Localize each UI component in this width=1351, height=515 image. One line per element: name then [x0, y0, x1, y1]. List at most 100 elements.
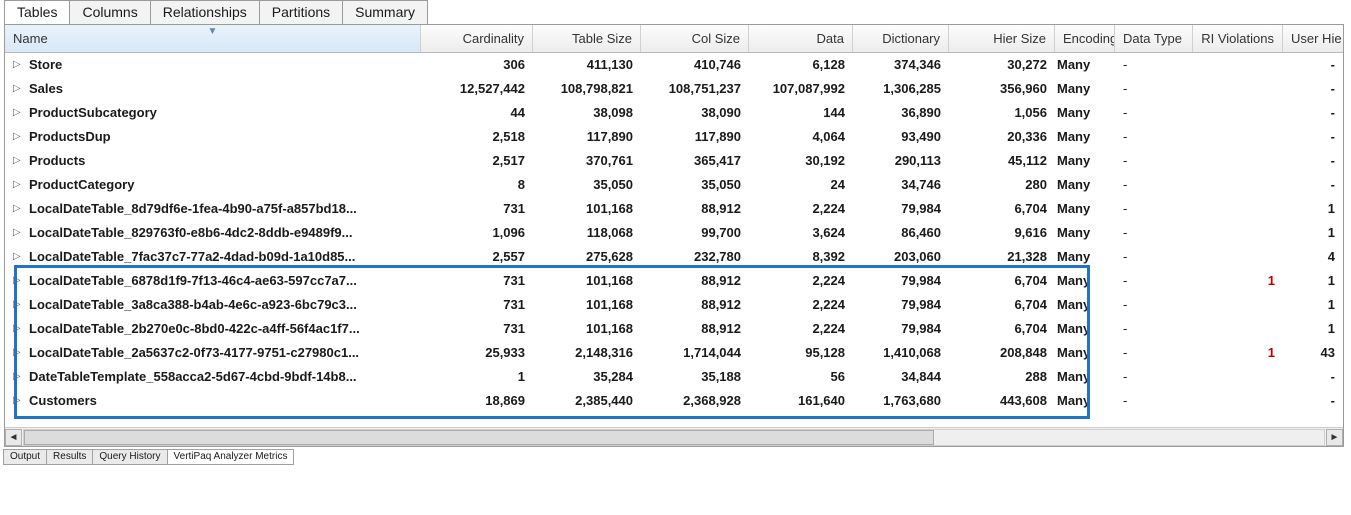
- expand-icon[interactable]: ▷: [13, 53, 23, 77]
- scroll-right-button[interactable]: ►: [1326, 429, 1343, 446]
- cell: 208,848: [949, 341, 1055, 365]
- cell: 288: [949, 365, 1055, 389]
- table-row[interactable]: ▷Sales12,527,442108,798,821108,751,23710…: [5, 77, 1343, 101]
- col-header-user-hier[interactable]: User Hie: [1283, 25, 1343, 52]
- cell: 3,624: [749, 221, 853, 245]
- expand-icon[interactable]: ▷: [13, 125, 23, 149]
- cell: -: [1283, 365, 1343, 389]
- expand-icon[interactable]: ▷: [13, 245, 23, 269]
- expand-icon[interactable]: ▷: [13, 389, 23, 413]
- table-row[interactable]: ▷Customers18,8692,385,4402,368,928161,64…: [5, 389, 1343, 413]
- expand-icon[interactable]: ▷: [13, 77, 23, 101]
- horizontal-scrollbar[interactable]: ◄ ►: [5, 427, 1343, 446]
- top-tab-summary[interactable]: Summary: [342, 0, 428, 24]
- cell-name[interactable]: ▷Customers: [5, 389, 421, 413]
- top-tab-tables[interactable]: Tables: [4, 0, 70, 24]
- scroll-track[interactable]: [23, 429, 1325, 446]
- expand-icon[interactable]: ▷: [13, 341, 23, 365]
- col-header-dictionary[interactable]: Dictionary: [853, 25, 949, 52]
- bottom-tab-vertipaq-analyzer-metrics[interactable]: VertiPaq Analyzer Metrics: [167, 449, 295, 465]
- cell: 1,306,285: [853, 77, 949, 101]
- cell-name[interactable]: ▷Store: [5, 53, 421, 77]
- expand-icon[interactable]: ▷: [13, 365, 23, 389]
- cell-name[interactable]: ▷LocalDateTable_2b270e0c-8bd0-422c-a4ff-…: [5, 317, 421, 341]
- col-header-data[interactable]: Data: [749, 25, 853, 52]
- col-header-ri-violations[interactable]: RI Violations: [1193, 25, 1283, 52]
- table-row[interactable]: ▷LocalDateTable_2a5637c2-0f73-4177-9751-…: [5, 341, 1343, 365]
- table-row[interactable]: ▷LocalDateTable_829763f0-e8b6-4dc2-8ddb-…: [5, 221, 1343, 245]
- cell: 35,284: [533, 365, 641, 389]
- bottom-tab-query-history[interactable]: Query History: [92, 449, 167, 465]
- cell: 101,168: [533, 317, 641, 341]
- cell: -: [1283, 149, 1343, 173]
- scroll-thumb[interactable]: [24, 430, 934, 445]
- grid-body: ▷Store306411,130410,7466,128374,34630,27…: [5, 53, 1343, 413]
- table-row[interactable]: ▷Store306411,130410,7466,128374,34630,27…: [5, 53, 1343, 77]
- table-row[interactable]: ▷Products2,517370,761365,41730,192290,11…: [5, 149, 1343, 173]
- col-header-cardinality[interactable]: Cardinality: [421, 25, 533, 52]
- cell: 8,392: [749, 245, 853, 269]
- cell-name[interactable]: ▷ProductCategory: [5, 173, 421, 197]
- cell-name[interactable]: ▷LocalDateTable_8d79df6e-1fea-4b90-a75f-…: [5, 197, 421, 221]
- expand-icon[interactable]: ▷: [13, 149, 23, 173]
- cell: 30,272: [949, 53, 1055, 77]
- bottom-tab-output[interactable]: Output: [3, 449, 47, 465]
- expand-icon[interactable]: ▷: [13, 173, 23, 197]
- cell: 731: [421, 197, 533, 221]
- cell-name[interactable]: ▷LocalDateTable_6878d1f9-7f13-46c4-ae63-…: [5, 269, 421, 293]
- col-header-col-size[interactable]: Col Size: [641, 25, 749, 52]
- expand-icon[interactable]: ▷: [13, 317, 23, 341]
- table-row[interactable]: ▷ProductCategory835,05035,0502434,746280…: [5, 173, 1343, 197]
- table-row[interactable]: ▷ProductsDup2,518117,890117,8904,06493,4…: [5, 125, 1343, 149]
- col-header-table-size[interactable]: Table Size: [533, 25, 641, 52]
- table-row[interactable]: ▷ProductSubcategory4438,09838,09014436,8…: [5, 101, 1343, 125]
- table-row[interactable]: ▷LocalDateTable_2b270e0c-8bd0-422c-a4ff-…: [5, 317, 1343, 341]
- cell: [1193, 293, 1283, 317]
- col-header-hier-size[interactable]: Hier Size: [949, 25, 1055, 52]
- cell-name[interactable]: ▷LocalDateTable_2a5637c2-0f73-4177-9751-…: [5, 341, 421, 365]
- table-row[interactable]: ▷LocalDateTable_8d79df6e-1fea-4b90-a75f-…: [5, 197, 1343, 221]
- cell: 88,912: [641, 317, 749, 341]
- cell: 1,714,044: [641, 341, 749, 365]
- cell: -: [1283, 101, 1343, 125]
- cell-name[interactable]: ▷ProductSubcategory: [5, 101, 421, 125]
- top-tab-relationships[interactable]: Relationships: [150, 0, 260, 24]
- cell: 44: [421, 101, 533, 125]
- cell: 1,056: [949, 101, 1055, 125]
- sort-desc-icon: ▼: [208, 26, 218, 37]
- scroll-left-button[interactable]: ◄: [5, 429, 22, 446]
- expand-icon[interactable]: ▷: [13, 293, 23, 317]
- col-header-name[interactable]: ▼ Name: [5, 25, 421, 52]
- cell: 25,933: [421, 341, 533, 365]
- cell-name[interactable]: ▷DateTableTemplate_558acca2-5d67-4cbd-9b…: [5, 365, 421, 389]
- cell: 290,113: [853, 149, 949, 173]
- table-row[interactable]: ▷LocalDateTable_7fac37c7-77a2-4dad-b09d-…: [5, 245, 1343, 269]
- cell: 45,112: [949, 149, 1055, 173]
- cell: 38,090: [641, 101, 749, 125]
- cell: 275,628: [533, 245, 641, 269]
- cell: 1: [421, 365, 533, 389]
- cell-name[interactable]: ▷LocalDateTable_829763f0-e8b6-4dc2-8ddb-…: [5, 221, 421, 245]
- col-header-data-type[interactable]: Data Type: [1115, 25, 1193, 52]
- col-header-encoding[interactable]: Encoding: [1055, 25, 1115, 52]
- expand-icon[interactable]: ▷: [13, 269, 23, 293]
- expand-icon[interactable]: ▷: [13, 221, 23, 245]
- cell-name[interactable]: ▷ProductsDup: [5, 125, 421, 149]
- cell: Many: [1055, 53, 1115, 77]
- table-row[interactable]: ▷LocalDateTable_3a8ca388-b4ab-4e6c-a923-…: [5, 293, 1343, 317]
- cell: 101,168: [533, 293, 641, 317]
- table-row[interactable]: ▷DateTableTemplate_558acca2-5d67-4cbd-9b…: [5, 365, 1343, 389]
- expand-icon[interactable]: ▷: [13, 101, 23, 125]
- cell-name[interactable]: ▷LocalDateTable_7fac37c7-77a2-4dad-b09d-…: [5, 245, 421, 269]
- cell: -: [1115, 365, 1193, 389]
- bottom-tab-results[interactable]: Results: [46, 449, 93, 465]
- cell: [1193, 245, 1283, 269]
- cell-name[interactable]: ▷Sales: [5, 77, 421, 101]
- expand-icon[interactable]: ▷: [13, 197, 23, 221]
- table-row[interactable]: ▷LocalDateTable_6878d1f9-7f13-46c4-ae63-…: [5, 269, 1343, 293]
- cell: 2,224: [749, 293, 853, 317]
- cell-name[interactable]: ▷Products: [5, 149, 421, 173]
- cell-name[interactable]: ▷LocalDateTable_3a8ca388-b4ab-4e6c-a923-…: [5, 293, 421, 317]
- top-tab-columns[interactable]: Columns: [69, 0, 150, 24]
- top-tab-partitions[interactable]: Partitions: [259, 0, 343, 24]
